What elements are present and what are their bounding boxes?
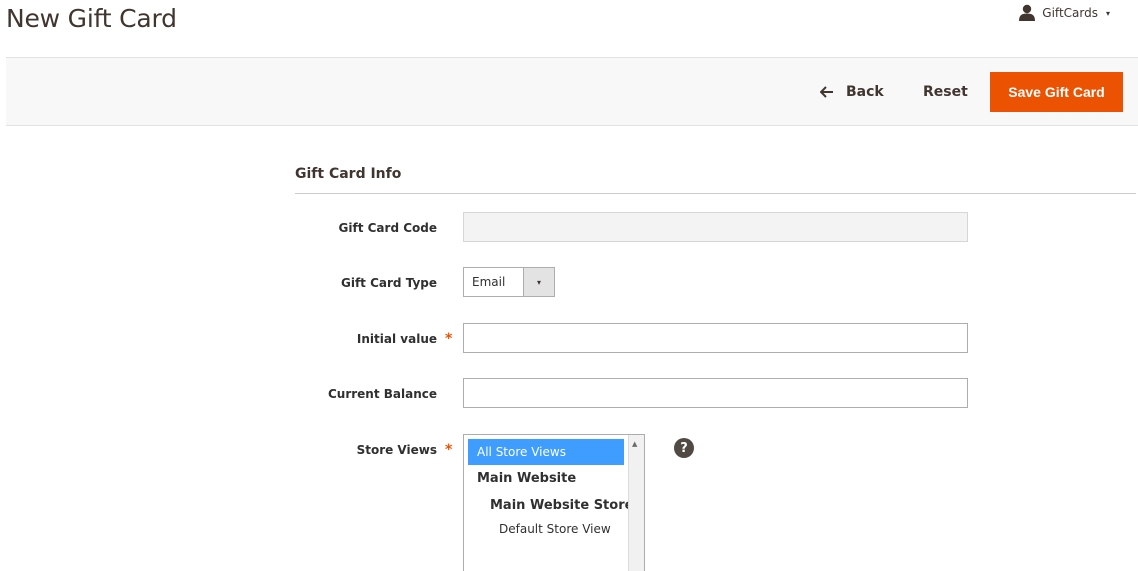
required-marker: * bbox=[445, 442, 453, 458]
current-balance-input[interactable] bbox=[463, 378, 968, 408]
help-icon[interactable]: ? bbox=[674, 438, 694, 458]
page: New Gift Card GiftCards ▾ Back Reset Sav… bbox=[0, 0, 1138, 571]
multiselect-scrollbar[interactable]: ▲ bbox=[628, 435, 644, 571]
back-button[interactable]: Back bbox=[820, 72, 884, 112]
gift-card-code-label: Gift Card Code bbox=[338, 221, 437, 235]
initial-value-input[interactable] bbox=[463, 323, 968, 353]
user-menu-label: GiftCards bbox=[1042, 6, 1098, 20]
arrow-left-icon bbox=[820, 86, 833, 98]
scroll-up-arrow-icon[interactable]: ▲ bbox=[632, 440, 637, 448]
gift-card-code-input bbox=[463, 212, 968, 242]
section-divider bbox=[295, 193, 1136, 194]
store-option-all[interactable]: All Store Views bbox=[468, 439, 624, 465]
page-actions-bar: Back Reset Save Gift Card bbox=[6, 57, 1138, 126]
chevron-down-icon: ▾ bbox=[523, 268, 554, 296]
store-views-label: Store Views bbox=[356, 443, 437, 457]
page-title: New Gift Card bbox=[6, 4, 177, 33]
gift-card-type-value: Email bbox=[472, 275, 506, 289]
save-gift-card-button[interactable]: Save Gift Card bbox=[990, 72, 1123, 112]
store-option-default-view[interactable]: Default Store View bbox=[499, 522, 611, 536]
chevron-down-icon: ▾ bbox=[1105, 8, 1110, 18]
reset-button[interactable]: Reset bbox=[923, 72, 968, 112]
back-button-label: Back bbox=[846, 84, 884, 100]
user-icon bbox=[1019, 4, 1036, 21]
required-marker: * bbox=[445, 331, 453, 347]
current-balance-label: Current Balance bbox=[327, 387, 437, 401]
store-option-group-store: Main Website Store bbox=[490, 498, 634, 513]
store-views-multiselect[interactable]: All Store Views Main Website Main Websit… bbox=[463, 434, 645, 571]
initial-value-label: Initial value bbox=[356, 332, 437, 346]
section-title: Gift Card Info bbox=[295, 166, 402, 182]
gift-card-type-select[interactable]: Email ▾ bbox=[463, 267, 555, 297]
gift-card-type-label: Gift Card Type bbox=[341, 276, 437, 290]
store-option-group-website: Main Website bbox=[477, 471, 577, 486]
user-menu[interactable]: GiftCards ▾ bbox=[1018, 4, 1110, 22]
